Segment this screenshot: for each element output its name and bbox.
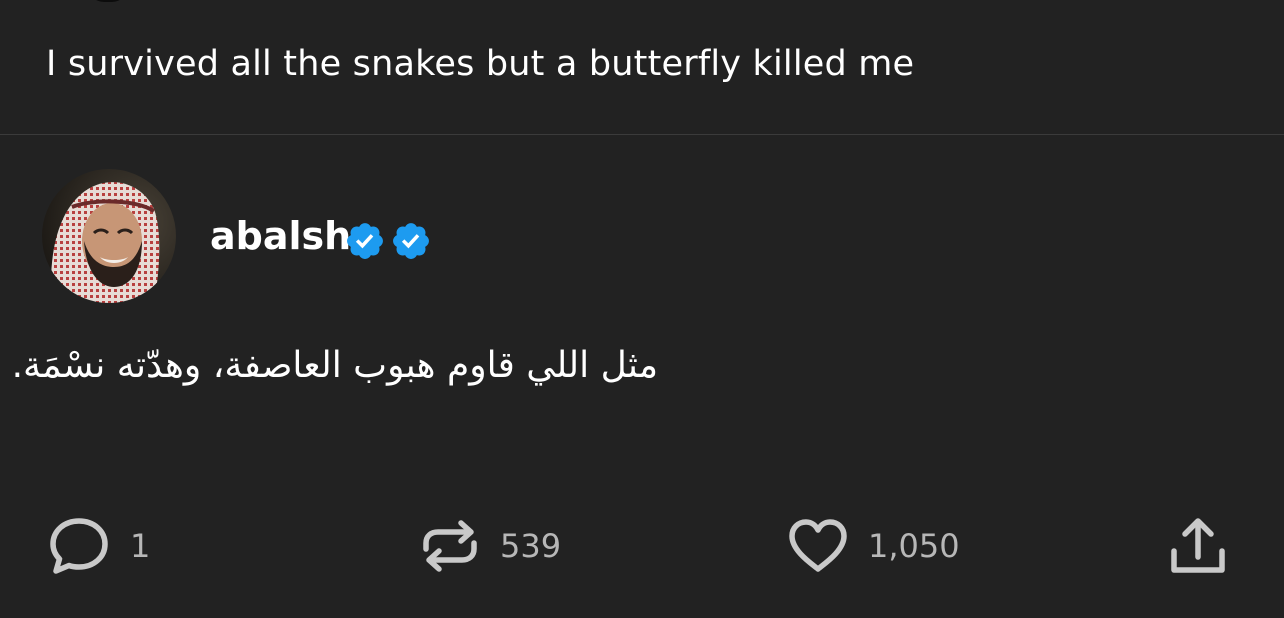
share-icon [1171, 518, 1225, 573]
verified-badge-icon [393, 223, 429, 259]
comment-icon [50, 518, 108, 574]
repost-icon [423, 520, 477, 572]
verified-badges [344, 220, 432, 262]
verified-badge-icon [347, 223, 383, 259]
repost-button[interactable]: 539 [418, 510, 561, 582]
comment-button[interactable]: 1 [46, 510, 150, 582]
like-button[interactable]: 1,050 [786, 510, 960, 582]
repost-count: 539 [500, 527, 562, 565]
avatar-image [42, 169, 176, 303]
avatar[interactable] [42, 169, 176, 303]
heart-icon [789, 519, 847, 572]
share-button[interactable] [1166, 510, 1230, 582]
previous-avatar-edge [88, 0, 128, 2]
divider [0, 134, 1284, 135]
like-count: 1,050 [868, 527, 960, 565]
post-text: I survived all the snakes but a butterfl… [46, 44, 915, 84]
comment-count: 1 [130, 527, 151, 565]
quoted-username[interactable]: abalsh [210, 213, 351, 259]
quoted-text: مثل اللي قاوم هبوب العاصفة، وهدّته نسْمَ… [11, 345, 658, 386]
